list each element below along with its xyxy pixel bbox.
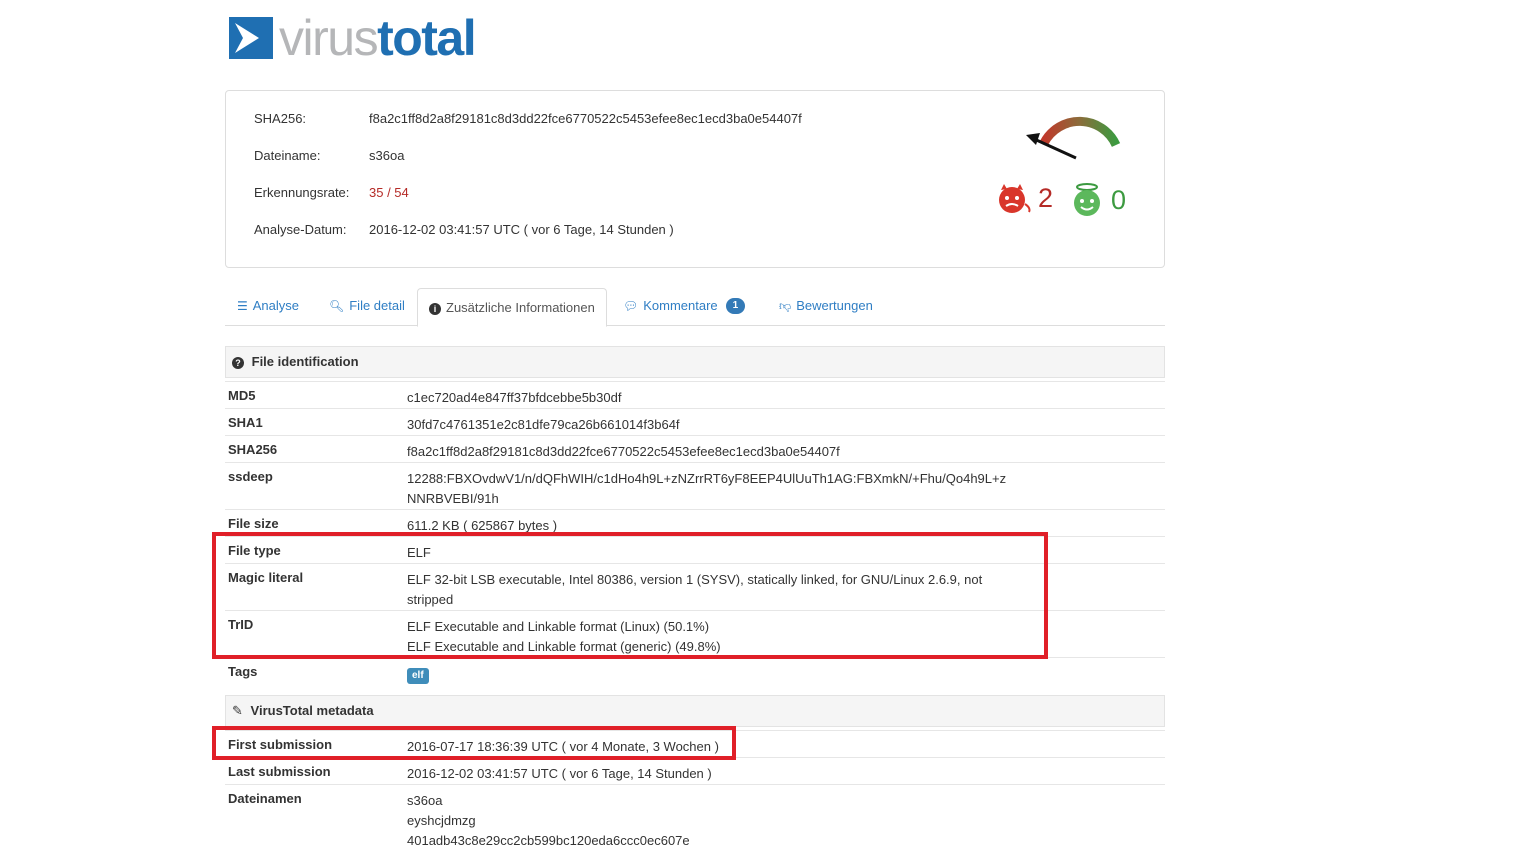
row-key: Last submission	[228, 764, 331, 779]
file-identification-title: File identification	[251, 354, 359, 369]
ssdeep-line: NNRBVEBI/91h	[407, 491, 499, 506]
info-icon: i	[429, 290, 441, 326]
devil-icon	[999, 183, 1031, 213]
tab-additional-info-label: Zusätzliche Informationen	[446, 299, 595, 315]
row-key: Tags	[228, 664, 258, 679]
sha256-value: f8a2c1ff8d2a8f29181c8d3dd22fce6770522c54…	[369, 111, 802, 126]
logo-text: virustotal	[279, 10, 477, 66]
filename-value: s36oa	[369, 148, 405, 163]
table-row: Dateinamen s36oa eyshcjdmzg 401adb43c8e2…	[225, 784, 1165, 863]
row-value: c1ec720ad4e847ff37bfdcebbe5b30df	[407, 388, 1027, 408]
row-value: elf	[407, 664, 1027, 684]
virustotal-logo[interactable]: virustotal	[229, 10, 477, 66]
comment-icon: 💬︎	[623, 299, 639, 313]
search-icon: 🔍︎	[329, 299, 345, 313]
table-row: SHA1 30fd7c4761351e2c81dfe79ca26b661014f…	[225, 408, 1165, 436]
md5-value: c1ec720ad4e847ff37bfdcebbe5b30df	[407, 390, 622, 405]
tab-file-detail-label: File detail	[349, 298, 405, 313]
detection-ratio: 35 / 54	[369, 185, 409, 200]
row-key: File size	[228, 516, 279, 531]
table-row: SHA256 f8a2c1ff8d2a8f29181c8d3dd22fce677…	[225, 435, 1165, 463]
tab-comments-label: Kommentare	[643, 298, 718, 313]
table-row: Tags elf	[225, 657, 1165, 688]
community-score-widget: 2 0	[996, 113, 1136, 216]
date-label: Analyse-Datum:	[254, 222, 347, 237]
harmless-count: 0	[1111, 184, 1127, 215]
thumbs-down-icon: 👎︎	[779, 299, 792, 313]
sha256-label: SHA256:	[254, 111, 307, 126]
filename-item: s36oa	[407, 793, 443, 808]
malicious-count: 2	[1038, 183, 1054, 213]
tag-icon: ✎	[232, 703, 243, 718]
malicious-votes[interactable]: 2	[996, 183, 1053, 214]
analysis-date: 2016-12-02 03:41:57 UTC ( vor 6 Tage, 14…	[369, 222, 674, 237]
last-submission-value: 2016-12-02 03:41:57 UTC ( vor 6 Tage, 14…	[407, 766, 712, 781]
tab-votes-label: Bewertungen	[796, 298, 873, 313]
row-value: f8a2c1ff8d2a8f29181c8d3dd22fce6770522c54…	[407, 442, 1027, 462]
row-value: 12288:FBXOvdwV1/n/dQFhWIH/c1dHo4h9L+zNZr…	[407, 469, 1027, 509]
sha1-value: 30fd7c4761351e2c81dfe79ca26b661014f3b64f	[407, 417, 680, 432]
summary-panel: SHA256: f8a2c1ff8d2a8f29181c8d3dd22fce67…	[225, 90, 1165, 268]
detection-label: Erkennungsrate:	[254, 185, 350, 200]
table-row: MD5 c1ec720ad4e847ff37bfdcebbe5b30df	[225, 381, 1165, 409]
filename-item: 401adb43c8e29cc2cb599bc120eda6ccc0ec607e	[407, 833, 690, 848]
row-key: Dateinamen	[228, 791, 302, 806]
filename-label: Dateiname:	[254, 148, 321, 163]
comments-count-badge: 1	[725, 298, 746, 314]
highlight-box-file-type	[212, 532, 1048, 659]
row-value: 2016-12-02 03:41:57 UTC ( vor 6 Tage, 14…	[407, 764, 1027, 784]
metadata-title: VirusTotal metadata	[250, 703, 374, 718]
ssdeep-line: 12288:FBXOvdwV1/n/dQFhWIH/c1dHo4h9L+zNZr…	[407, 471, 1007, 486]
question-icon: ?	[232, 354, 244, 369]
row-key: SHA1	[228, 415, 263, 430]
tab-analyse[interactable]: ☰ Analyse	[237, 288, 299, 324]
tab-additional-info[interactable]: i Zusätzliche Informationen	[417, 288, 607, 327]
tag-elf[interactable]: elf	[407, 668, 429, 684]
table-row: ssdeep 12288:FBXOvdwV1/n/dQFhWIH/c1dHo4h…	[225, 462, 1165, 510]
tab-analyse-label: Analyse	[252, 298, 300, 313]
score-gauge-icon	[1026, 116, 1121, 160]
metadata-header: ✎ VirusTotal metadata	[225, 695, 1165, 727]
angel-icon	[1074, 183, 1100, 216]
row-value: s36oa eyshcjdmzg 401adb43c8e29cc2cb599bc…	[407, 791, 1027, 851]
tab-comments[interactable]: 💬︎ Kommentare 1	[623, 288, 746, 324]
harmless-votes[interactable]: 0	[1071, 183, 1126, 217]
row-key: MD5	[228, 388, 256, 403]
table-row: Last submission 2016-12-02 03:41:57 UTC …	[225, 757, 1165, 785]
list-icon: ☰	[237, 299, 248, 313]
row-key: SHA256	[228, 442, 278, 457]
sha256-value: f8a2c1ff8d2a8f29181c8d3dd22fce6770522c54…	[407, 444, 840, 459]
filename-item: eyshcjdmzg	[407, 813, 476, 828]
row-key: ssdeep	[228, 469, 273, 484]
row-value: 30fd7c4761351e2c81dfe79ca26b661014f3b64f	[407, 415, 1027, 435]
tab-bar: ☰ Analyse 🔍︎ File detail i Zusätzliche I…	[225, 288, 1165, 327]
file-identification-header: ? File identification	[225, 346, 1165, 378]
highlight-box-first-submission	[212, 726, 736, 760]
tab-file-detail[interactable]: 🔍︎ File detail	[329, 288, 405, 324]
virustotal-logo-icon	[229, 17, 273, 59]
tab-votes[interactable]: 👎︎ Bewertungen	[779, 288, 873, 324]
